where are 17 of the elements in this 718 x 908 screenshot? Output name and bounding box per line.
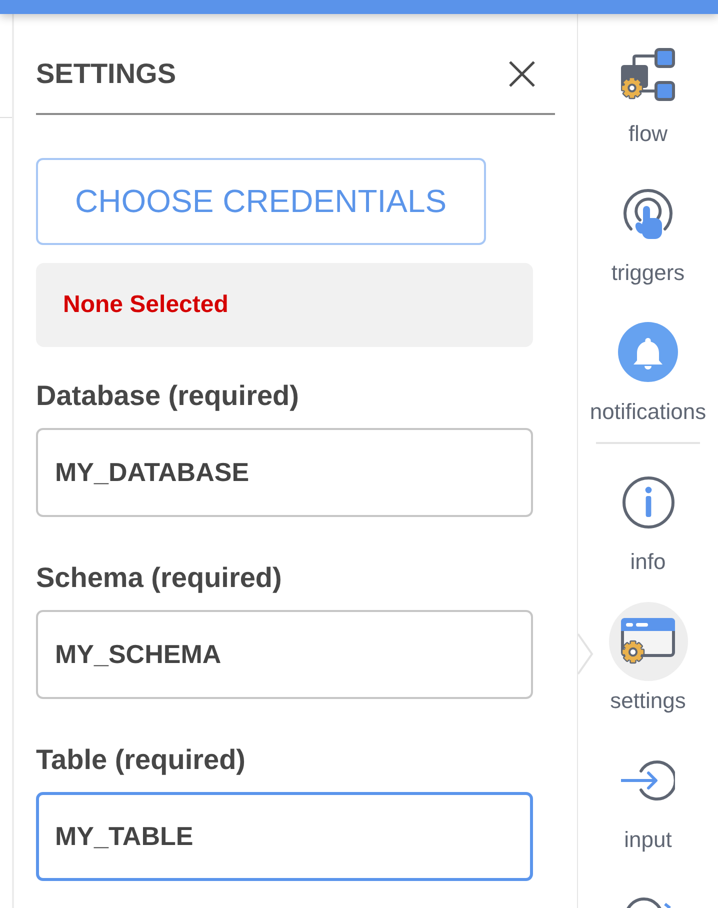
sidebar-item[interactable]: input — [578, 740, 718, 853]
sidebar-item[interactable]: info — [578, 462, 718, 575]
field-label: Schema (required) — [36, 561, 282, 595]
sidebar-item[interactable]: notifications — [578, 312, 718, 425]
close-button[interactable] — [508, 60, 536, 88]
close-icon — [509, 61, 535, 87]
sidebar-item[interactable]: settings — [578, 601, 718, 714]
text-field[interactable]: MY_DATABASE — [36, 428, 533, 517]
text-field[interactable]: MY_SCHEMA — [36, 610, 533, 699]
field-label: Table (required) — [36, 743, 246, 777]
text-field[interactable]: MY_TABLE — [36, 792, 533, 881]
panel-title: SETTINGS — [36, 57, 176, 91]
field-label: Database (required) — [36, 379, 299, 413]
sidebar-item[interactable]: triggers — [578, 173, 718, 286]
choose-credentials-button[interactable]: CHOOSE CREDENTIALS — [36, 158, 486, 245]
status-message: None Selected — [63, 291, 228, 319]
sidebar-item[interactable]: flow — [578, 34, 718, 147]
